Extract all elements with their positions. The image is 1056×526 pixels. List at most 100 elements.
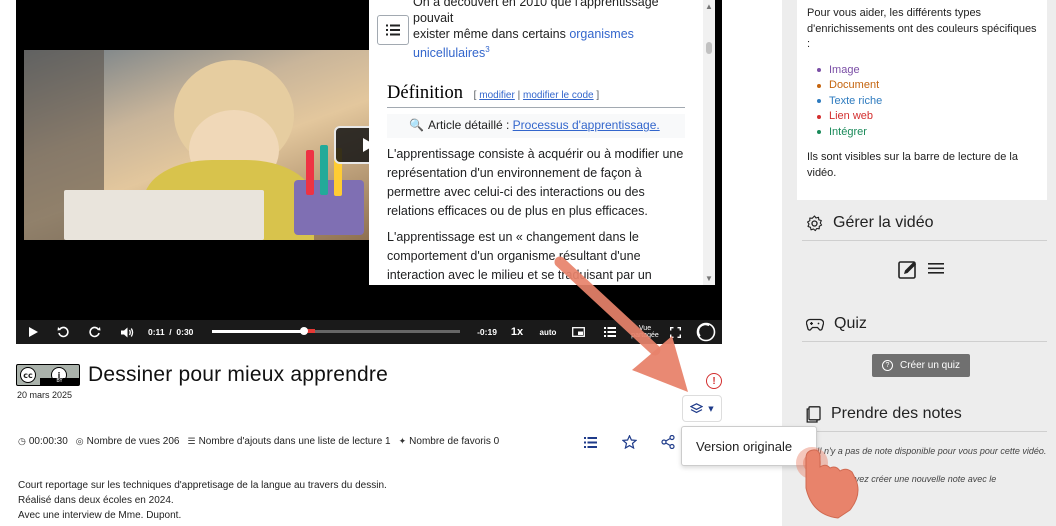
- gear-icon: [807, 214, 823, 231]
- alert-icon[interactable]: !: [706, 373, 722, 389]
- version-dropdown-button[interactable]: ▼: [682, 395, 722, 422]
- chevron-down-icon: ▼: [708, 404, 714, 413]
- forward-button[interactable]: [86, 320, 104, 344]
- share-button[interactable]: [658, 433, 678, 451]
- video-stats: ◷ 00:00:30 ◎ Nombre de vues 206 ☰ Nombre d'…: [18, 436, 507, 447]
- wiki-detail-note: 🔍 Article détaillé : Processus d'apprenti…: [387, 114, 685, 139]
- enrich-type-item: Lien web: [817, 109, 1037, 125]
- edit-video-button[interactable]: [898, 260, 918, 284]
- progress-handle[interactable]: [299, 327, 308, 335]
- loading-ring-icon: [696, 322, 716, 342]
- bullet-dot: [817, 68, 821, 73]
- list-icon: [386, 24, 400, 36]
- favorite-button[interactable]: [619, 433, 639, 451]
- enrich-footer: Ils sont visibles sur la barre de lectur…: [807, 151, 1018, 179]
- page-title: Dessiner pour mieux apprendre: [88, 363, 388, 386]
- sparkle-icon: ✦: [398, 436, 407, 446]
- manage-menu-button[interactable]: [928, 260, 944, 284]
- notes-heading: Prendre des notes: [806, 405, 962, 423]
- wiki-intro-text: On a découvert en 2010 que l'apprentissa…: [413, 0, 659, 61]
- player-logo: [694, 320, 718, 344]
- chapters-icon: [604, 327, 616, 337]
- play-button[interactable]: [24, 320, 42, 344]
- progress-bar[interactable]: [212, 327, 460, 335]
- scroll-thumb[interactable]: [706, 42, 712, 54]
- bullet-dot: [817, 83, 821, 88]
- enrich-type-item: Document: [817, 78, 1037, 94]
- license-badge[interactable]: cc i BY: [16, 364, 80, 386]
- page: On a découvert en 2010 que l'apprentissa…: [0, 0, 1056, 526]
- bullet-dot: [817, 99, 821, 104]
- version-menu-item-original[interactable]: Version originale: [696, 439, 816, 454]
- notes-icon: [806, 405, 821, 423]
- wiki-section-heading: Définition [ modifier | modifier le code…: [387, 83, 685, 109]
- list-icon: ☰: [187, 436, 196, 446]
- divider: [802, 341, 1047, 342]
- pip-icon: [571, 327, 585, 337]
- enrich-type-list: Image Document Texte riche Lien web Inté…: [817, 63, 1037, 141]
- divider: [802, 431, 1047, 432]
- enrichment-legend-card: Pour vous aider, les différents types d'…: [797, 0, 1047, 200]
- duration: 0:30: [176, 327, 194, 337]
- volume-icon: [120, 327, 133, 337]
- create-quiz-button[interactable]: ? Créer un quiz: [872, 354, 970, 377]
- chapters-button[interactable]: [600, 320, 620, 344]
- add-to-playlist-button[interactable]: [580, 433, 600, 451]
- bullet-dot: [817, 130, 821, 135]
- question-icon: ?: [881, 360, 893, 371]
- bullet-dot: [817, 114, 821, 119]
- volume-button[interactable]: [118, 320, 136, 344]
- magnifier-icon: 🔍: [409, 118, 424, 133]
- play-icon: [28, 327, 38, 337]
- wiki-paragraph: L'apprentissage consiste à acquérir ou à…: [387, 147, 684, 219]
- wiki-scrollbar[interactable]: ▲ ▼: [703, 0, 715, 285]
- enrich-type-item: Image: [817, 63, 1037, 79]
- enrich-intro: Pour vous aider, les différents types d'…: [807, 7, 1037, 50]
- player-control-bar: 0:11 / 0:30 -0:19 1x auto Vue partagée: [16, 320, 722, 344]
- scroll-down-arrow[interactable]: ▼: [705, 274, 713, 283]
- video-actions: [580, 433, 697, 451]
- forward-icon: [89, 326, 101, 338]
- quality-button[interactable]: auto: [536, 320, 560, 344]
- stat-favorites: ✦ Nombre de favoris 0: [398, 436, 500, 447]
- playlist-icon: [583, 436, 597, 448]
- quiz-heading: Quiz: [806, 315, 867, 333]
- fullscreen-icon: [669, 326, 681, 338]
- clock-icon: ◷: [18, 436, 26, 446]
- scroll-up-arrow[interactable]: ▲: [705, 2, 713, 11]
- wiki-paragraph: L'apprentissage est un « changement dans…: [387, 230, 652, 283]
- layers-icon: [690, 403, 704, 414]
- video-frame: [24, 50, 378, 240]
- wiki-detail-link[interactable]: Processus d'apprentissage.: [513, 118, 660, 132]
- stat-playlists: ☰ Nombre d'ajouts dans une liste de lectu…: [187, 436, 391, 447]
- title-row: cc i BY Dessiner pour mieux apprendre: [16, 362, 388, 388]
- video-description: Court reportage sur les techniques d'app…: [18, 480, 387, 521]
- wiki-enrichment-panel[interactable]: On a découvert en 2010 que l'apprentissa…: [369, 0, 715, 285]
- enrich-type-item: Texte riche: [817, 94, 1037, 110]
- divider: [802, 240, 1047, 241]
- stat-views: ◎ Nombre de vues 206: [75, 436, 180, 447]
- stat-duration: ◷ 00:00:30: [18, 436, 68, 447]
- enrich-type-item: Intégrer: [817, 125, 1037, 141]
- split-view-button[interactable]: Vue partagée: [628, 320, 662, 344]
- rewind-icon: [57, 326, 69, 338]
- played-bar: [212, 330, 304, 333]
- current-time: 0:11: [148, 327, 165, 337]
- remaining-time: -0:19: [477, 327, 497, 337]
- pip-button[interactable]: [568, 320, 588, 344]
- fullscreen-button[interactable]: [666, 320, 684, 344]
- video-player[interactable]: On a découvert en 2010 que l'apprentissa…: [16, 0, 722, 344]
- rewind-button[interactable]: [54, 320, 72, 344]
- playback-rate-button[interactable]: 1x: [506, 320, 528, 344]
- manage-actions: [898, 260, 944, 284]
- eye-icon: ◎: [75, 436, 84, 446]
- by-label: BY: [40, 378, 79, 385]
- wiki-edit-code-link[interactable]: modifier le code: [523, 90, 594, 101]
- wiki-toc-button[interactable]: [377, 15, 409, 45]
- time-display: 0:11 / 0:30: [148, 327, 194, 337]
- wiki-edit-link[interactable]: modifier: [479, 90, 515, 101]
- version-menu: Version originale: [681, 426, 817, 466]
- publish-date: 20 mars 2025: [17, 390, 73, 400]
- manage-video-heading: Gérer la vidéo: [806, 214, 934, 232]
- share-icon: [661, 435, 675, 449]
